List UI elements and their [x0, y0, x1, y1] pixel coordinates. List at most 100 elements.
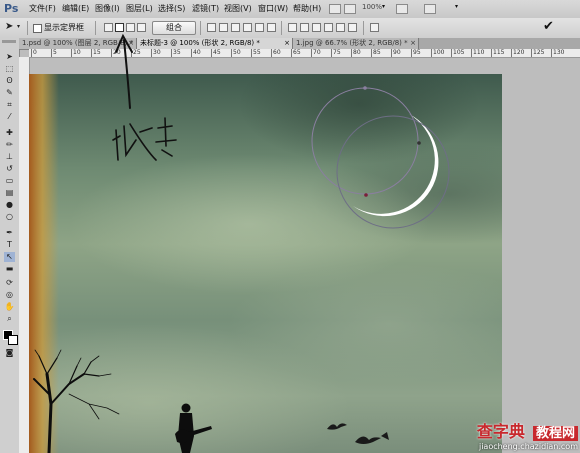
auto-align-icon[interactable] — [370, 23, 379, 32]
zoom-tool-icon[interactable]: ⌕ — [4, 314, 15, 324]
distribute-hcenter-icon[interactable] — [336, 23, 345, 32]
menu-help[interactable]: 帮助(H) — [293, 3, 321, 14]
watermark-url: jiaocheng.chazidian.com — [478, 442, 578, 451]
ruler-tick-label: 60 — [271, 49, 281, 57]
separator — [95, 21, 96, 35]
3d-orbit-tool-icon[interactable]: ◎ — [4, 290, 15, 300]
anchor-point — [363, 86, 367, 90]
menu-view[interactable]: 视图(V) — [224, 3, 252, 14]
tab-1-jpg[interactable]: 1.jpg @ 66.7% (形状 2, RGB/8) * × — [293, 38, 419, 49]
zoom-level[interactable]: 100% — [362, 3, 382, 11]
distribute-vcenter-icon[interactable] — [300, 23, 309, 32]
separator — [27, 21, 28, 35]
background-color-swatch[interactable] — [8, 335, 18, 345]
anchor-point — [417, 141, 421, 145]
menu-filter[interactable]: 滤镜(T) — [192, 3, 219, 14]
show-bounding-box-checkbox[interactable] — [33, 24, 42, 33]
menu-layer[interactable]: 图层(L) — [126, 3, 153, 14]
ruler-tick-label: 130 — [551, 49, 565, 57]
quick-mask-icon[interactable]: ◙ — [4, 348, 15, 358]
tab-label: 1.psd @ 100% (图层 2, RGB/8) * — [22, 39, 134, 47]
3d-rotate-tool-icon[interactable]: ⟳ — [4, 278, 15, 288]
distribute-bottom-icon[interactable] — [312, 23, 321, 32]
zoom-dropdown-icon[interactable]: ▾ — [382, 3, 385, 10]
tab-close-icon[interactable]: × — [128, 38, 134, 49]
ruler-tick-label: 120 — [511, 49, 525, 57]
horizontal-ruler: 0 5 10 15 20 25 30 35 40 45 50 55 60 65 70 75 80 85 90 95 10… — [29, 49, 580, 58]
blur-tool-icon[interactable]: ● — [4, 200, 15, 210]
crop-tool-icon[interactable]: ⌗ — [4, 100, 15, 110]
separator — [363, 21, 364, 35]
bridge-icon[interactable] — [329, 4, 341, 14]
ruler-tick-label: 15 — [91, 49, 101, 57]
menu-select[interactable]: 选择(S) — [158, 3, 185, 14]
distribute-left-icon[interactable] — [324, 23, 333, 32]
hand-tool-icon[interactable]: ✋ — [4, 302, 15, 312]
align-left-icon[interactable] — [243, 23, 252, 32]
brush-tool-icon[interactable]: ✏ — [4, 140, 15, 150]
ruler-tick-label: 85 — [371, 49, 381, 57]
tab-close-icon[interactable]: × — [284, 38, 290, 49]
pen-tool-icon[interactable]: ✒ — [4, 228, 15, 238]
eyedropper-tool-icon[interactable]: ⁄ — [4, 112, 15, 122]
lasso-tool-icon[interactable]: ʘ — [4, 76, 15, 86]
combine-button[interactable]: 组合 — [152, 21, 196, 35]
menu-edit[interactable]: 编辑(E) — [62, 3, 89, 14]
screen-mode-dropdown-icon[interactable]: ▾ — [455, 3, 458, 10]
tab-label: 1.jpg @ 66.7% (形状 2, RGB/8) * — [296, 39, 408, 47]
ruler-tick-label: 10 — [71, 49, 81, 57]
tools-panel-grip[interactable] — [2, 40, 16, 43]
show-bounding-box-label: 显示定界框 — [44, 23, 84, 32]
distribute-right-icon[interactable] — [348, 23, 357, 32]
marquee-tool-icon[interactable]: ⬚ — [4, 64, 15, 74]
exclude-overlap-icon[interactable] — [137, 23, 146, 32]
align-vertical-center-icon[interactable] — [219, 23, 228, 32]
move-tool-icon[interactable]: ➤ — [4, 52, 15, 62]
menu-window[interactable]: 窗口(W) — [258, 3, 288, 14]
history-brush-tool-icon[interactable]: ↺ — [4, 164, 15, 174]
crescent-moon — [353, 114, 439, 217]
align-bottom-icon[interactable] — [231, 23, 240, 32]
arrange-documents-icon[interactable] — [396, 4, 408, 14]
subtract-front-shape-icon[interactable] — [115, 23, 124, 32]
ruler-tick-label: 110 — [471, 49, 485, 57]
ruler-tick-label: 65 — [291, 49, 301, 57]
eraser-tool-icon[interactable]: ▭ — [4, 176, 15, 186]
gradient-tool-icon[interactable]: ▤ — [4, 188, 15, 198]
tab-label: 未标题-3 @ 100% (形状 2, RGB/8) * — [140, 39, 260, 47]
healing-brush-tool-icon[interactable]: ✚ — [4, 128, 15, 138]
commit-checkmark-icon[interactable]: ✔ — [543, 19, 554, 34]
menu-image[interactable]: 图像(I) — [95, 3, 120, 14]
minibridge-icon[interactable] — [344, 4, 356, 14]
align-top-icon[interactable] — [207, 23, 216, 32]
ruler-tick-label: 35 — [171, 49, 181, 57]
distribute-top-icon[interactable] — [288, 23, 297, 32]
type-tool-icon[interactable]: T — [4, 240, 15, 250]
tools-panel: ➤ ⬚ ʘ ✎ ⌗ ⁄ ✚ ✏ ⊥ ↺ ▭ ▤ ● ○ ✒ T ↖ ▬ ⟳ ◎ … — [0, 38, 20, 453]
ruler-tick-label: 0 — [31, 49, 37, 57]
intersect-shape-icon[interactable] — [126, 23, 135, 32]
tab-untitled-3[interactable]: 未标题-3 @ 100% (形状 2, RGB/8) * × — [137, 38, 293, 49]
align-right-icon[interactable] — [267, 23, 276, 32]
ruler-tick-label: 25 — [131, 49, 141, 57]
tab-1-psd[interactable]: 1.psd @ 100% (图层 2, RGB/8) * × — [19, 38, 137, 49]
ellipse-path-outline-2 — [336, 115, 450, 229]
tab-close-icon[interactable]: × — [410, 38, 416, 49]
dodge-tool-icon[interactable]: ○ — [4, 212, 15, 222]
guitarist-silhouette — [175, 403, 212, 453]
menu-file[interactable]: 文件(F) — [29, 3, 56, 14]
document-canvas[interactable] — [29, 74, 502, 453]
ellipse-path-outline-1 — [311, 87, 419, 195]
clone-stamp-tool-icon[interactable]: ⊥ — [4, 152, 15, 162]
new-area-icon[interactable] — [104, 23, 113, 32]
align-horizontal-center-icon[interactable] — [255, 23, 264, 32]
quick-select-tool-icon[interactable]: ✎ — [4, 88, 15, 98]
path-selection-tool-icon[interactable]: ↖ — [4, 252, 15, 262]
ruler-tick-label: 100 — [431, 49, 445, 57]
ruler-tick-label: 90 — [391, 49, 401, 57]
move-tool-icon[interactable]: ➤ — [5, 21, 13, 32]
shape-tool-icon[interactable]: ▬ — [4, 264, 15, 274]
screen-mode-icon[interactable] — [424, 4, 436, 14]
ruler-tick-label: 55 — [251, 49, 261, 57]
tool-preset-dropdown-icon[interactable]: ▾ — [17, 23, 20, 30]
